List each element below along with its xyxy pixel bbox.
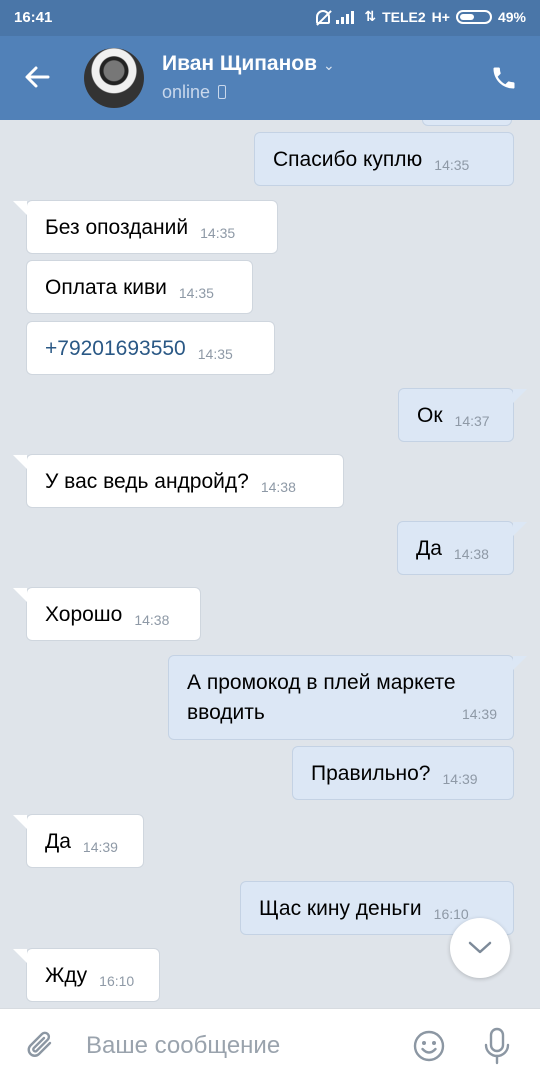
attach-button[interactable]	[24, 1029, 58, 1063]
message-bubble-incoming[interactable]: Хорошо 14:38	[13, 587, 201, 641]
chat-header: Иван Щипанов ⌄ online	[0, 36, 540, 120]
message-time: 14:35	[197, 346, 233, 362]
phone-device-icon	[218, 85, 227, 99]
message-text: Оплата киви	[45, 276, 167, 299]
message-text: Да	[416, 537, 442, 560]
message-text: Да	[45, 830, 71, 853]
avatar[interactable]	[84, 48, 144, 108]
message-time: 16:10	[433, 906, 469, 922]
message-time: 14:39	[461, 706, 497, 722]
message-text: Жду	[45, 964, 88, 987]
message-time: 14:39	[442, 771, 478, 787]
message-time: 14:39	[82, 839, 118, 855]
chevron-down-icon: ⌄	[323, 57, 335, 73]
message-bubble-incoming[interactable]: Оплата киви 14:35	[26, 260, 253, 314]
scroll-down-icon	[468, 941, 492, 954]
message-text: Щас кину деньги	[259, 897, 422, 920]
message-text: У вас ведь андройд?	[45, 470, 249, 493]
message-time: 16:10	[99, 973, 135, 989]
message-time: 14:35	[434, 157, 470, 173]
contact-name-button[interactable]: Иван Щипанов ⌄	[162, 52, 335, 76]
message-bubble-incoming[interactable]: +79201693550 14:35	[26, 321, 275, 375]
message-bubble-outgoing[interactable]: Правильно? 14:39	[292, 746, 514, 800]
contact-status: online	[162, 82, 227, 103]
call-icon	[493, 67, 515, 89]
phone-number-link[interactable]: +79201693550	[45, 337, 186, 360]
contact-name: Иван Щипанов	[162, 52, 318, 75]
message-bubble-outgoing[interactable]: А промокод в плей маркете вводить 14:39	[168, 655, 527, 740]
mute-bell-icon	[316, 9, 331, 24]
message-list[interactable]: Спасибо куплю 14:35 Без опозданий 14:35 Оп…	[0, 120, 540, 1008]
message-time: 14:35	[200, 225, 236, 241]
status-bar: 16:41 ⇅ TELE2 H+ 49%	[0, 0, 540, 36]
message-bubble-outgoing[interactable]: Спасибо куплю 14:35	[254, 132, 514, 186]
message-bubble-incoming[interactable]: Жду 16:10	[13, 948, 160, 1002]
message-text: Хорошо	[45, 603, 123, 626]
back-button[interactable]	[22, 62, 56, 96]
message-bubble-incoming[interactable]: Без опозданий 14:35	[13, 200, 278, 254]
message-bubble-outgoing[interactable]: Да 14:38	[397, 521, 527, 575]
voice-message-button[interactable]	[482, 1027, 512, 1065]
carrier-label: TELE2	[382, 8, 426, 25]
network-label: H+	[431, 8, 450, 25]
status-time: 16:41	[14, 9, 53, 26]
call-button[interactable]	[490, 64, 518, 92]
previous-message-edge	[422, 120, 512, 126]
message-time: 14:35	[178, 285, 214, 301]
back-arrow-icon	[25, 66, 50, 88]
message-input[interactable]	[84, 1027, 398, 1065]
message-text: Правильно?	[311, 762, 431, 785]
message-time: 14:38	[134, 612, 170, 628]
message-time: 14:38	[453, 546, 489, 562]
contact-status-text: online	[162, 82, 211, 102]
message-text: Без опозданий	[45, 216, 189, 239]
message-time: 14:38	[260, 479, 296, 495]
microphone-icon	[484, 1027, 510, 1065]
status-indicators: ⇅ TELE2 H+ 49%	[316, 8, 526, 25]
message-text: Спасибо куплю	[273, 148, 423, 171]
signal-icon	[336, 10, 358, 24]
message-bubble-outgoing[interactable]: Ок 14:37	[398, 388, 527, 442]
message-text: А промокод в плей маркете вводить	[187, 671, 456, 724]
battery-percent: 49%	[497, 8, 526, 25]
composer-bar	[0, 1008, 540, 1080]
battery-fill	[459, 13, 474, 20]
scroll-to-bottom-button[interactable]	[450, 918, 510, 978]
emoji-button[interactable]	[412, 1029, 446, 1063]
emoji-icon	[413, 1030, 445, 1062]
message-bubble-incoming[interactable]: У вас ведь андройд? 14:38	[13, 454, 344, 508]
message-time: 14:37	[454, 413, 490, 429]
data-arrows-icon: ⇅	[364, 8, 377, 24]
message-text: Ок	[417, 404, 443, 427]
battery-icon	[455, 9, 492, 24]
paperclip-icon	[27, 1031, 52, 1057]
message-bubble-incoming[interactable]: Да 14:39	[13, 814, 144, 868]
